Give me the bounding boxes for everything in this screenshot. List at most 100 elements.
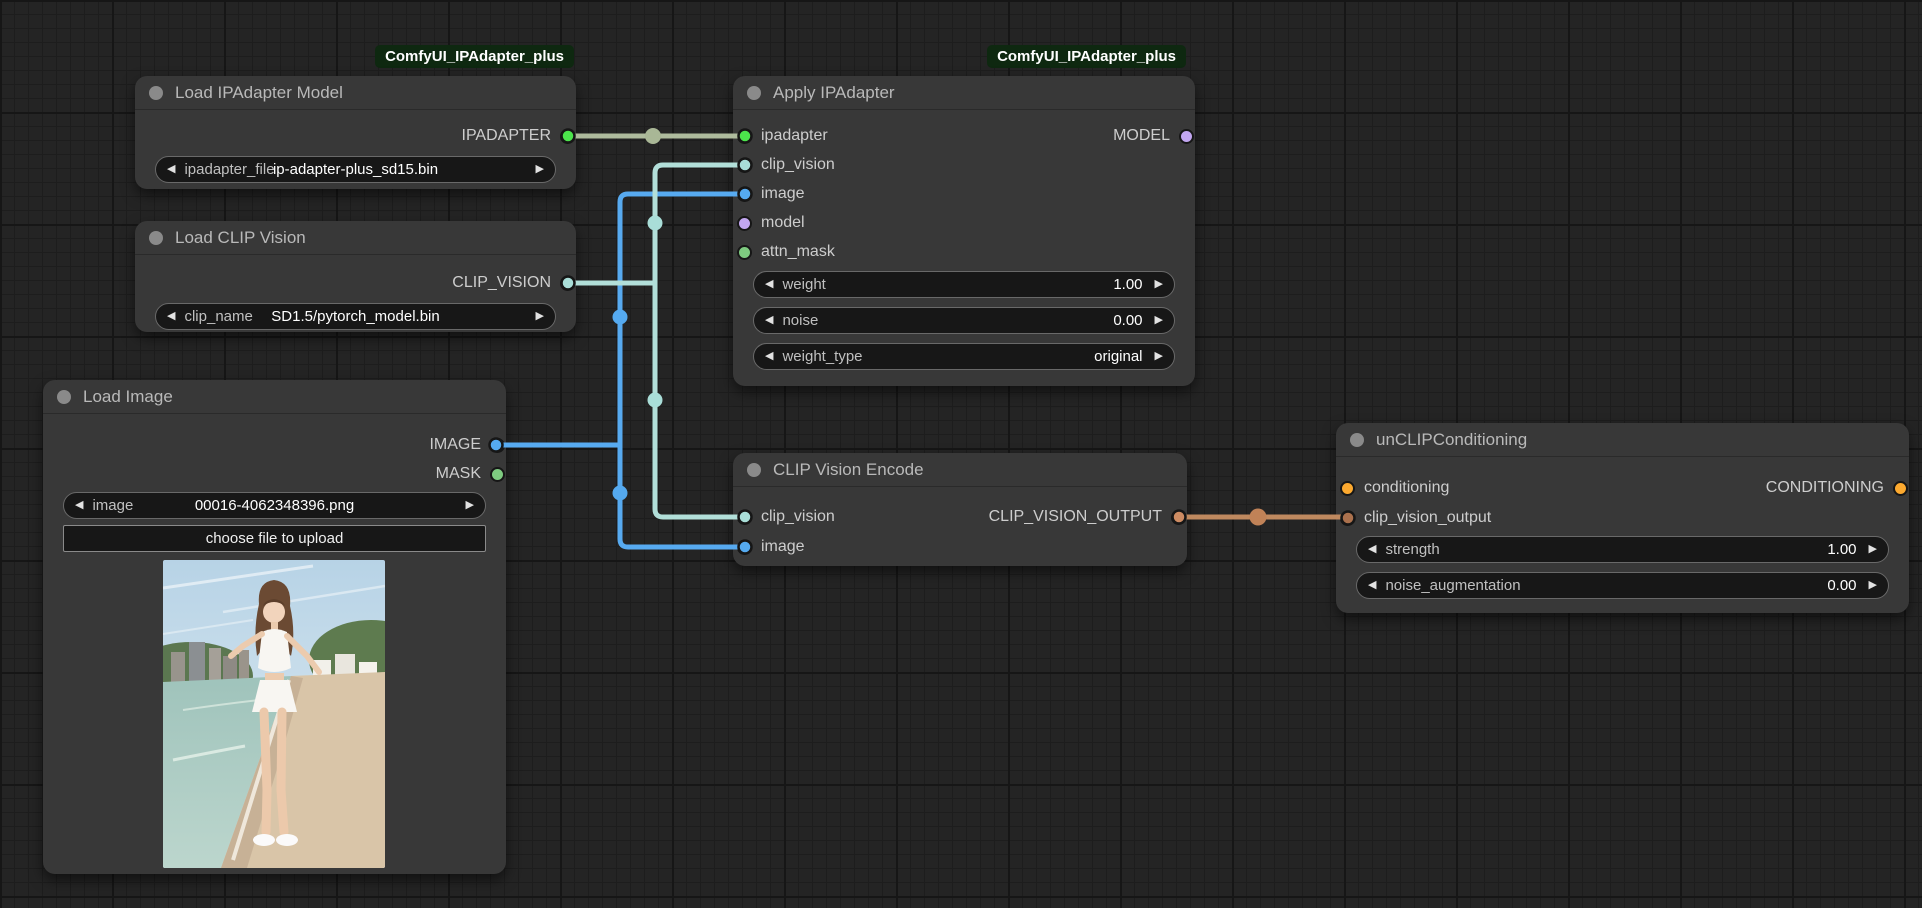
output-slot-mask: MASK bbox=[436, 459, 505, 489]
input-port-image[interactable] bbox=[737, 540, 752, 555]
collapse-dot-icon[interactable] bbox=[57, 390, 71, 404]
output-slot-clip-vision: CLIP_VISION bbox=[452, 268, 575, 298]
link-midpoint-dot[interactable] bbox=[645, 128, 661, 144]
increment-arrow-icon[interactable]: ▶ bbox=[536, 311, 544, 322]
node-header[interactable]: unCLIPConditioning bbox=[1336, 423, 1909, 457]
node-apply-ipadapter[interactable]: Apply IPAdapter ipadapter clip_vision im… bbox=[733, 76, 1195, 386]
slot-label: model bbox=[761, 214, 805, 232]
output-port-clip-vision-output[interactable] bbox=[1171, 510, 1186, 525]
widget-value: 1.00 bbox=[1827, 541, 1856, 558]
node-title: Load CLIP Vision bbox=[175, 228, 306, 248]
slot-label: CONDITIONING bbox=[1766, 479, 1884, 497]
widget-weight[interactable]: ◀ weight 1.00 ▶ bbox=[753, 271, 1175, 298]
decrement-arrow-icon[interactable]: ◀ bbox=[75, 500, 83, 511]
input-port-conditioning[interactable] bbox=[1340, 481, 1355, 496]
slot-label: MASK bbox=[436, 465, 481, 483]
output-slot-ipadapter: IPADAPTER bbox=[462, 121, 576, 151]
widget-label: weight_type bbox=[782, 348, 862, 365]
input-port-clip-vision[interactable] bbox=[737, 510, 752, 525]
increment-arrow-icon[interactable]: ▶ bbox=[1155, 315, 1163, 326]
collapse-dot-icon[interactable] bbox=[149, 86, 163, 100]
collapse-dot-icon[interactable] bbox=[747, 86, 761, 100]
slot-label: MODEL bbox=[1113, 127, 1170, 145]
widget-ipadapter-file[interactable]: ◀ ipadapter_file ip-adapter-plus_sd15.bi… bbox=[155, 156, 556, 183]
slot-label: IMAGE bbox=[429, 436, 481, 454]
choose-file-button[interactable]: choose file to upload bbox=[63, 525, 486, 552]
input-port-image[interactable] bbox=[737, 187, 752, 202]
input-slot-attn-mask: attn_mask bbox=[737, 237, 835, 267]
link-midpoint-dot[interactable] bbox=[613, 310, 628, 325]
widget-value: 0.00 bbox=[1827, 577, 1856, 594]
widget-label: noise bbox=[782, 312, 818, 329]
collapse-dot-icon[interactable] bbox=[1350, 433, 1364, 447]
node-header[interactable]: Load Image bbox=[43, 380, 506, 414]
output-slot-image: IMAGE bbox=[429, 430, 505, 460]
input-port-ipadapter[interactable] bbox=[737, 129, 752, 144]
increment-arrow-icon[interactable]: ▶ bbox=[1869, 544, 1877, 555]
increment-arrow-icon[interactable]: ▶ bbox=[1155, 279, 1163, 290]
widget-label: noise_augmentation bbox=[1385, 577, 1520, 594]
decrement-arrow-icon[interactable]: ◀ bbox=[167, 311, 175, 322]
link-midpoint-dot[interactable] bbox=[613, 486, 628, 501]
node-header[interactable]: Apply IPAdapter bbox=[733, 76, 1195, 110]
node-header[interactable]: Load CLIP Vision bbox=[135, 221, 576, 255]
input-port-clip-vision-output[interactable] bbox=[1340, 511, 1355, 526]
output-port-model[interactable] bbox=[1179, 129, 1194, 144]
widget-weight-type[interactable]: ◀ weight_type original ▶ bbox=[753, 343, 1175, 370]
input-slot-model: model bbox=[737, 208, 805, 238]
widget-value: original bbox=[1094, 348, 1142, 365]
link-midpoint-dot[interactable] bbox=[648, 393, 663, 408]
output-port-clip-vision[interactable] bbox=[560, 276, 575, 291]
decrement-arrow-icon[interactable]: ◀ bbox=[1368, 544, 1376, 555]
increment-arrow-icon[interactable]: ▶ bbox=[1869, 580, 1877, 591]
widget-value: 1.00 bbox=[1113, 276, 1142, 293]
node-load-image[interactable]: Load Image IMAGE MASK ◀ image 00016-4062… bbox=[43, 380, 506, 874]
slot-label: image bbox=[761, 538, 805, 556]
input-port-clip-vision[interactable] bbox=[737, 158, 752, 173]
node-unclip-conditioning[interactable]: unCLIPConditioning conditioning clip_vis… bbox=[1336, 423, 1909, 613]
output-slot-model: MODEL bbox=[1113, 121, 1194, 151]
output-slot-conditioning: CONDITIONING bbox=[1766, 473, 1908, 503]
slot-label: CLIP_VISION_OUTPUT bbox=[989, 508, 1162, 526]
output-port-conditioning[interactable] bbox=[1893, 481, 1908, 496]
widget-clip-name[interactable]: ◀ clip_name SD1.5/pytorch_model.bin ▶ bbox=[155, 303, 556, 330]
slot-label: attn_mask bbox=[761, 243, 835, 261]
input-slot-ipadapter: ipadapter bbox=[737, 121, 828, 151]
slot-label: CLIP_VISION bbox=[452, 274, 551, 292]
widget-image-file[interactable]: ◀ image 00016-4062348396.png ▶ bbox=[63, 492, 486, 519]
increment-arrow-icon[interactable]: ▶ bbox=[536, 164, 544, 175]
link-midpoint-dot[interactable] bbox=[648, 216, 663, 231]
node-graph-canvas[interactable]: { "icons": { "arrow_left": "◀", "arrow_r… bbox=[0, 0, 1922, 908]
link-midpoint-dot[interactable] bbox=[1250, 509, 1267, 526]
decrement-arrow-icon[interactable]: ◀ bbox=[765, 279, 773, 290]
input-slot-clip-vision: clip_vision bbox=[737, 502, 835, 532]
output-port-image[interactable] bbox=[490, 438, 505, 453]
node-title: Apply IPAdapter bbox=[773, 83, 895, 103]
widget-noise[interactable]: ◀ noise 0.00 ▶ bbox=[753, 307, 1175, 334]
collapse-dot-icon[interactable] bbox=[149, 231, 163, 245]
input-port-attn-mask[interactable] bbox=[737, 245, 752, 260]
widget-label: image bbox=[92, 497, 133, 514]
slot-label: clip_vision_output bbox=[1364, 509, 1491, 527]
node-load-ipadapter-model[interactable]: Load IPAdapter Model IPADAPTER ◀ ipadapt… bbox=[135, 76, 576, 189]
output-port-ipadapter[interactable] bbox=[560, 129, 575, 144]
collapse-dot-icon[interactable] bbox=[747, 463, 761, 477]
input-port-model[interactable] bbox=[737, 216, 752, 231]
node-header[interactable]: CLIP Vision Encode bbox=[733, 453, 1187, 487]
node-header[interactable]: Load IPAdapter Model bbox=[135, 76, 576, 110]
increment-arrow-icon[interactable]: ▶ bbox=[1155, 351, 1163, 362]
widget-noise-augmentation[interactable]: ◀ noise_augmentation 0.00 ▶ bbox=[1356, 572, 1889, 599]
decrement-arrow-icon[interactable]: ◀ bbox=[765, 351, 773, 362]
decrement-arrow-icon[interactable]: ◀ bbox=[167, 164, 175, 175]
input-slot-image: image bbox=[737, 179, 805, 209]
link-clip-vision bbox=[568, 165, 745, 517]
increment-arrow-icon[interactable]: ▶ bbox=[466, 500, 474, 511]
node-load-clip-vision[interactable]: Load CLIP Vision CLIP_VISION ◀ clip_name… bbox=[135, 221, 576, 332]
decrement-arrow-icon[interactable]: ◀ bbox=[765, 315, 773, 326]
decrement-arrow-icon[interactable]: ◀ bbox=[1368, 580, 1376, 591]
widget-strength[interactable]: ◀ strength 1.00 ▶ bbox=[1356, 536, 1889, 563]
output-port-mask[interactable] bbox=[490, 467, 505, 482]
input-slot-conditioning: conditioning bbox=[1340, 473, 1449, 503]
widget-label: clip_name bbox=[184, 308, 252, 325]
node-clip-vision-encode[interactable]: CLIP Vision Encode clip_vision image CLI… bbox=[733, 453, 1187, 566]
